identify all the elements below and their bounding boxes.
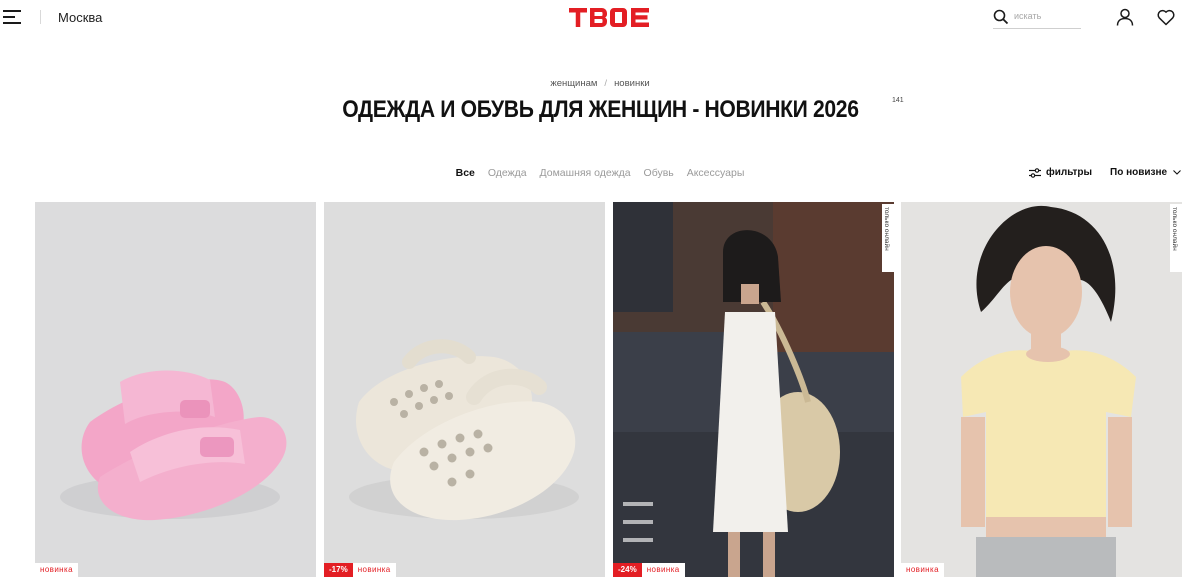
online-only-label: только онлайн — [1170, 204, 1182, 272]
breadcrumb-women[interactable]: женщинам — [550, 78, 597, 89]
page-title: ОДЕЖДА И ОБУВЬ ДЛЯ ЖЕНЩИН - НОВИНКИ 2026 — [341, 96, 859, 123]
breadcrumb-new[interactable]: новинки — [614, 78, 650, 89]
breadcrumb-separator: / — [604, 78, 608, 89]
city-selector[interactable]: Москва — [58, 10, 102, 25]
product-image — [35, 202, 316, 577]
badge-row: новинка — [35, 563, 78, 577]
chevron-down-icon — [1173, 170, 1181, 175]
new-badge: новинка — [901, 563, 944, 577]
sort-label: По новизне — [1110, 167, 1168, 178]
filters-button[interactable]: фильтры — [1029, 167, 1092, 178]
badge-row: -17% новинка — [324, 563, 396, 577]
filter-icon — [1029, 167, 1041, 178]
sort-dropdown[interactable]: По новизне — [1110, 167, 1181, 178]
badge-row: новинка — [901, 563, 944, 577]
product-card[interactable]: новинка — [35, 202, 316, 577]
header-divider — [40, 10, 41, 24]
discount-badge: -24% — [613, 563, 642, 577]
product-count: 141 — [892, 97, 904, 104]
badge-row: -24% новинка — [613, 563, 685, 577]
menu-icon[interactable] — [3, 10, 21, 24]
product-card[interactable]: -17% новинка — [324, 202, 605, 577]
search-icon[interactable] — [993, 9, 1009, 25]
tab-accessories[interactable]: Аксессуары — [687, 167, 745, 179]
online-only-label: только онлайн — [882, 204, 894, 272]
title-wrap: ОДЕЖДА И ОБУВЬ ДЛЯ ЖЕНЩИН - НОВИНКИ 2026 — [0, 96, 1200, 124]
product-image — [901, 202, 1182, 577]
product-card[interactable]: только онлайн новинка — [901, 202, 1182, 577]
product-image — [324, 202, 605, 577]
user-icon[interactable] — [1116, 8, 1134, 26]
tab-shoes[interactable]: Обувь — [644, 167, 674, 179]
new-badge: новинка — [35, 563, 78, 577]
product-card[interactable]: только онлайн -24% новинка — [613, 202, 894, 577]
breadcrumb: женщинам / новинки — [0, 78, 1200, 89]
tab-clothing[interactable]: Одежда — [488, 167, 527, 179]
new-badge: новинка — [641, 563, 685, 577]
online-only-text: только онлайн — [883, 207, 890, 251]
online-only-text: только онлайн — [1171, 207, 1178, 251]
brand-logo[interactable] — [569, 6, 650, 30]
filters-label: фильтры — [1046, 167, 1093, 178]
discount-badge: -17% — [324, 563, 353, 577]
search-input[interactable] — [1014, 11, 1078, 21]
tab-homewear[interactable]: Домашняя одежда — [540, 167, 631, 179]
site-header: Москва — [0, 0, 1200, 36]
heart-icon[interactable] — [1157, 9, 1175, 26]
search-box[interactable] — [993, 8, 1081, 29]
category-tabs: Все Одежда Домашняя одежда Обувь Аксессу… — [0, 167, 1200, 179]
new-badge: новинка — [352, 563, 396, 577]
product-image — [613, 202, 894, 577]
tab-all[interactable]: Все — [456, 167, 475, 179]
